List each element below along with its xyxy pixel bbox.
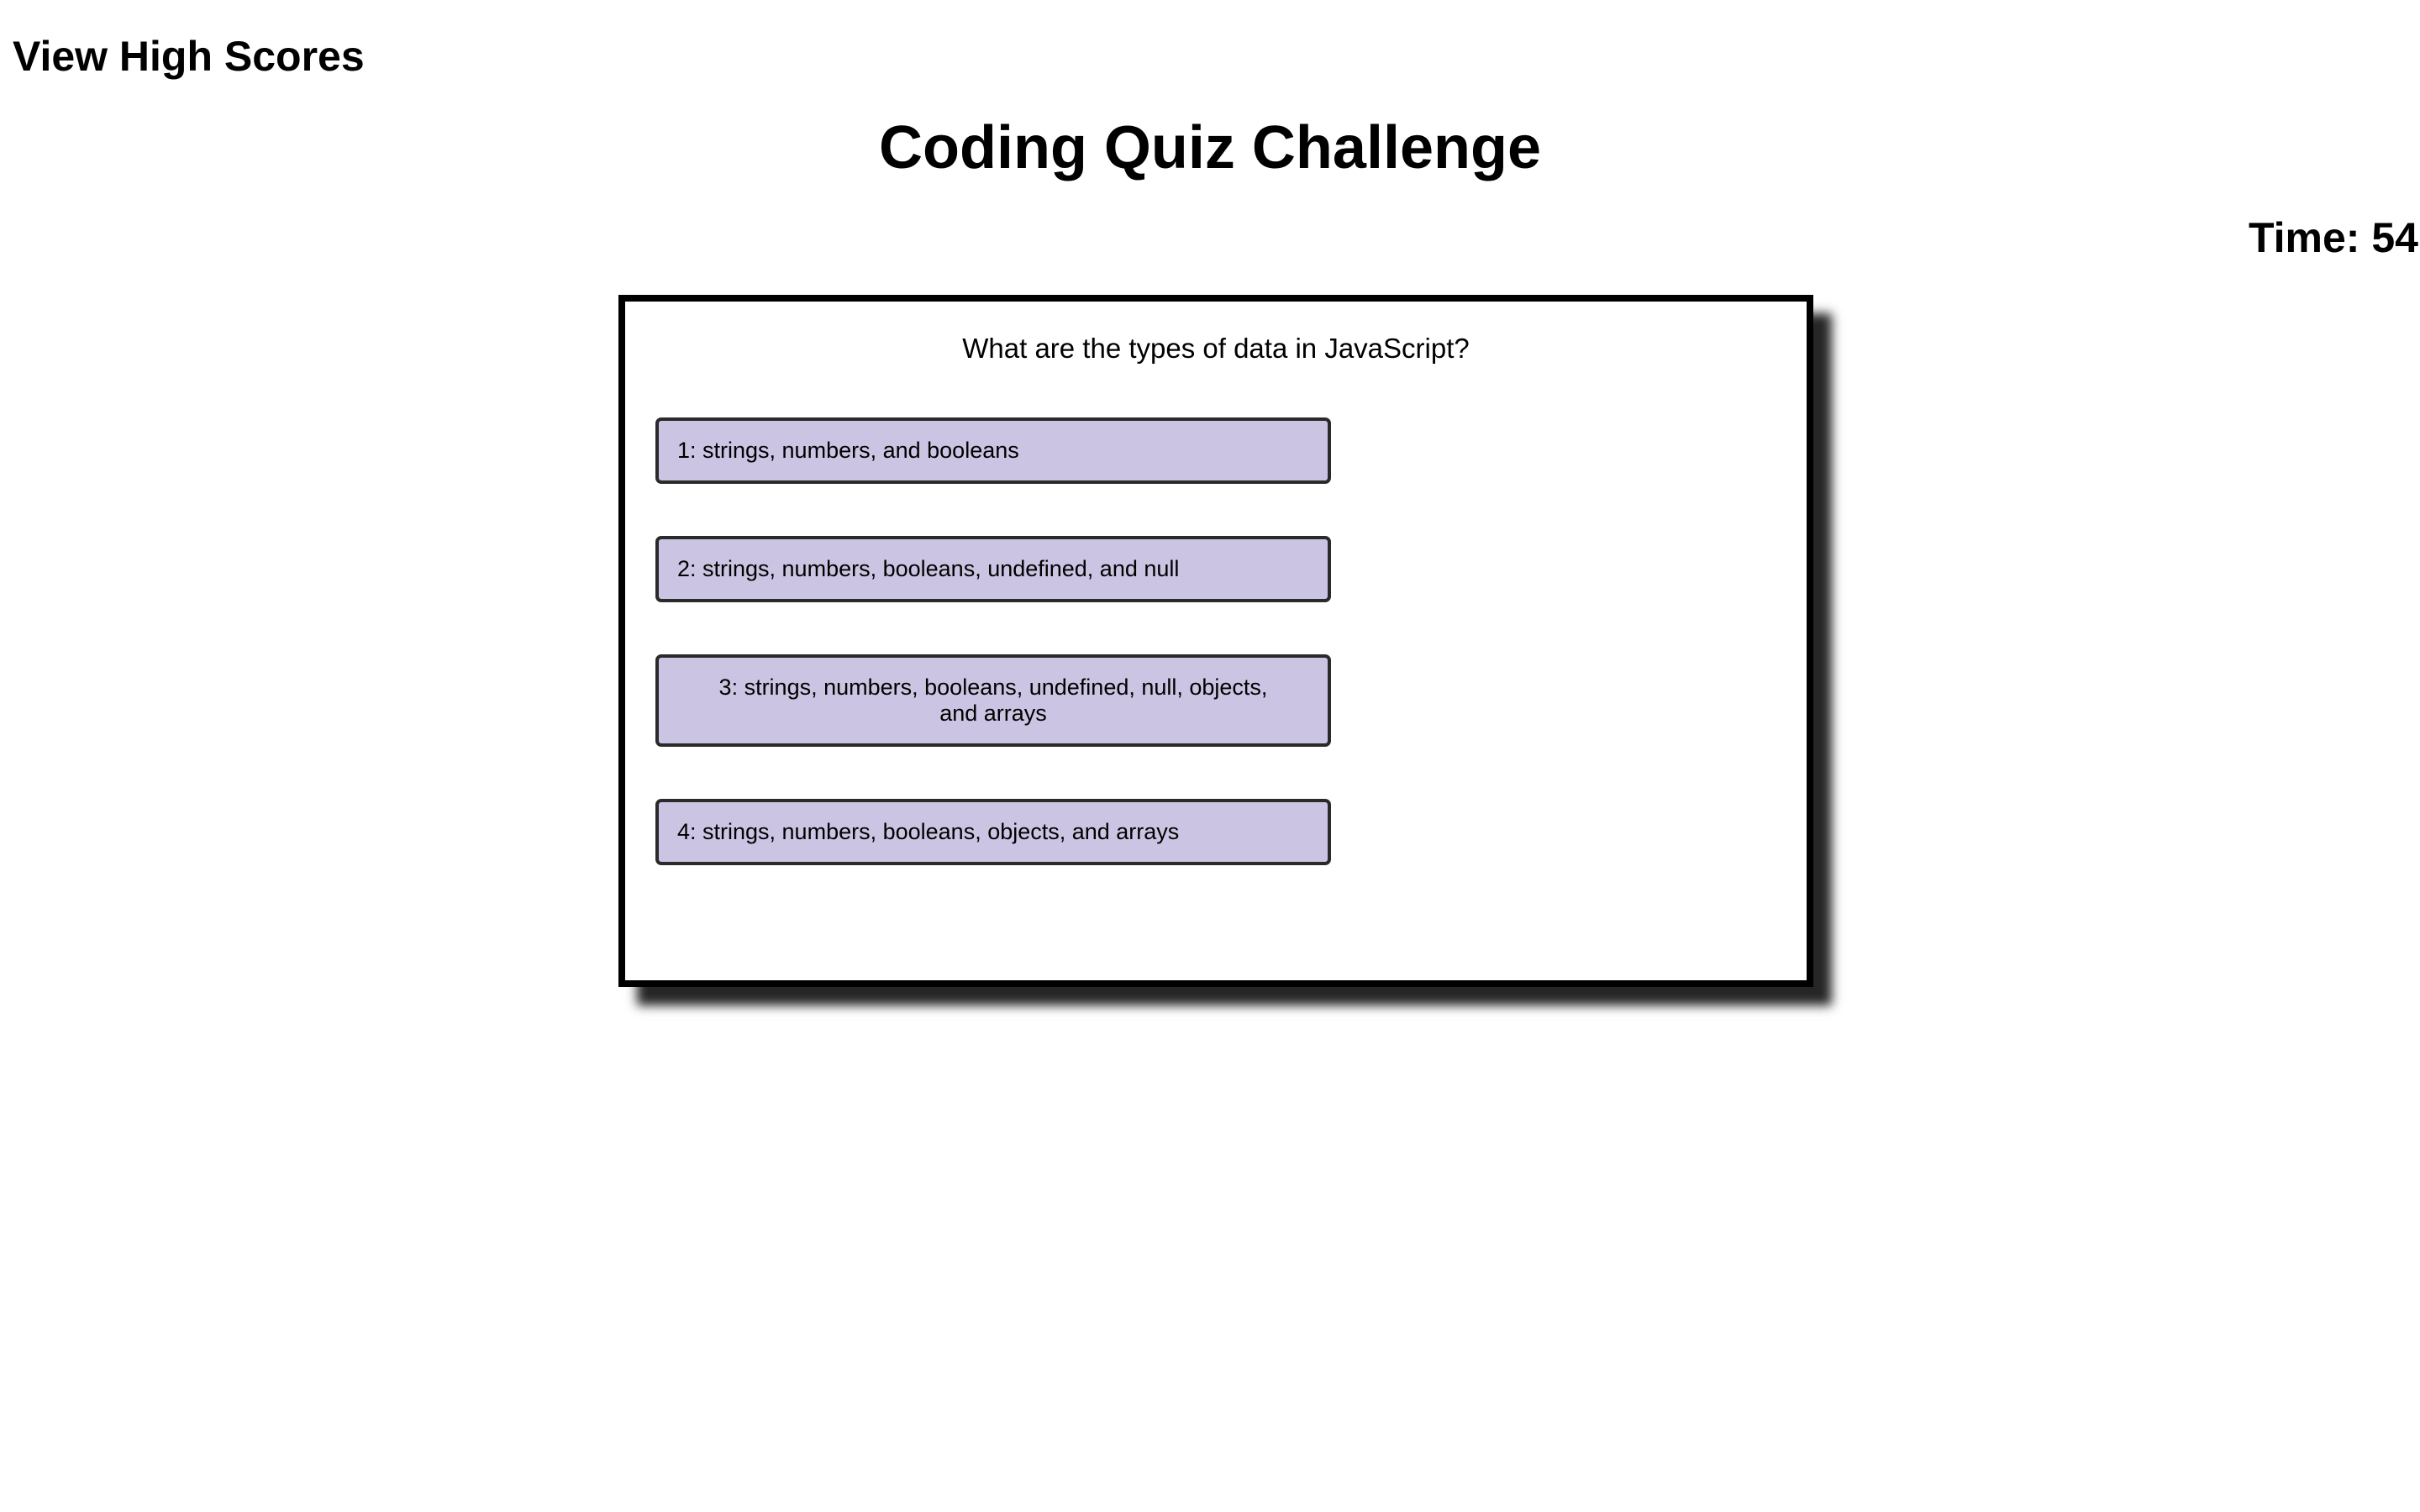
quiz-card: What are the types of data in JavaScript…: [618, 295, 1813, 987]
answer-button-1[interactable]: 1: strings, numbers, and booleans: [655, 417, 1331, 484]
answer-list: 1: strings, numbers, and booleans 2: str…: [655, 417, 1331, 865]
answer-button-3[interactable]: 3: strings, numbers, booleans, undefined…: [655, 654, 1331, 747]
page-title: Coding Quiz Challenge: [879, 114, 1541, 181]
timer-value: 54: [2371, 214, 2418, 261]
answer-button-4[interactable]: 4: strings, numbers, booleans, objects, …: [655, 799, 1331, 865]
answer-button-2[interactable]: 2: strings, numbers, booleans, undefined…: [655, 536, 1331, 602]
question-text: What are the types of data in JavaScript…: [962, 333, 1470, 364]
timer-display: Time: 54: [2249, 207, 2418, 270]
timer-label: Time:: [2249, 214, 2360, 261]
view-high-scores-link[interactable]: View High Scores: [13, 25, 365, 88]
app-root: View High Scores Coding Quiz Challenge T…: [0, 0, 2420, 1512]
